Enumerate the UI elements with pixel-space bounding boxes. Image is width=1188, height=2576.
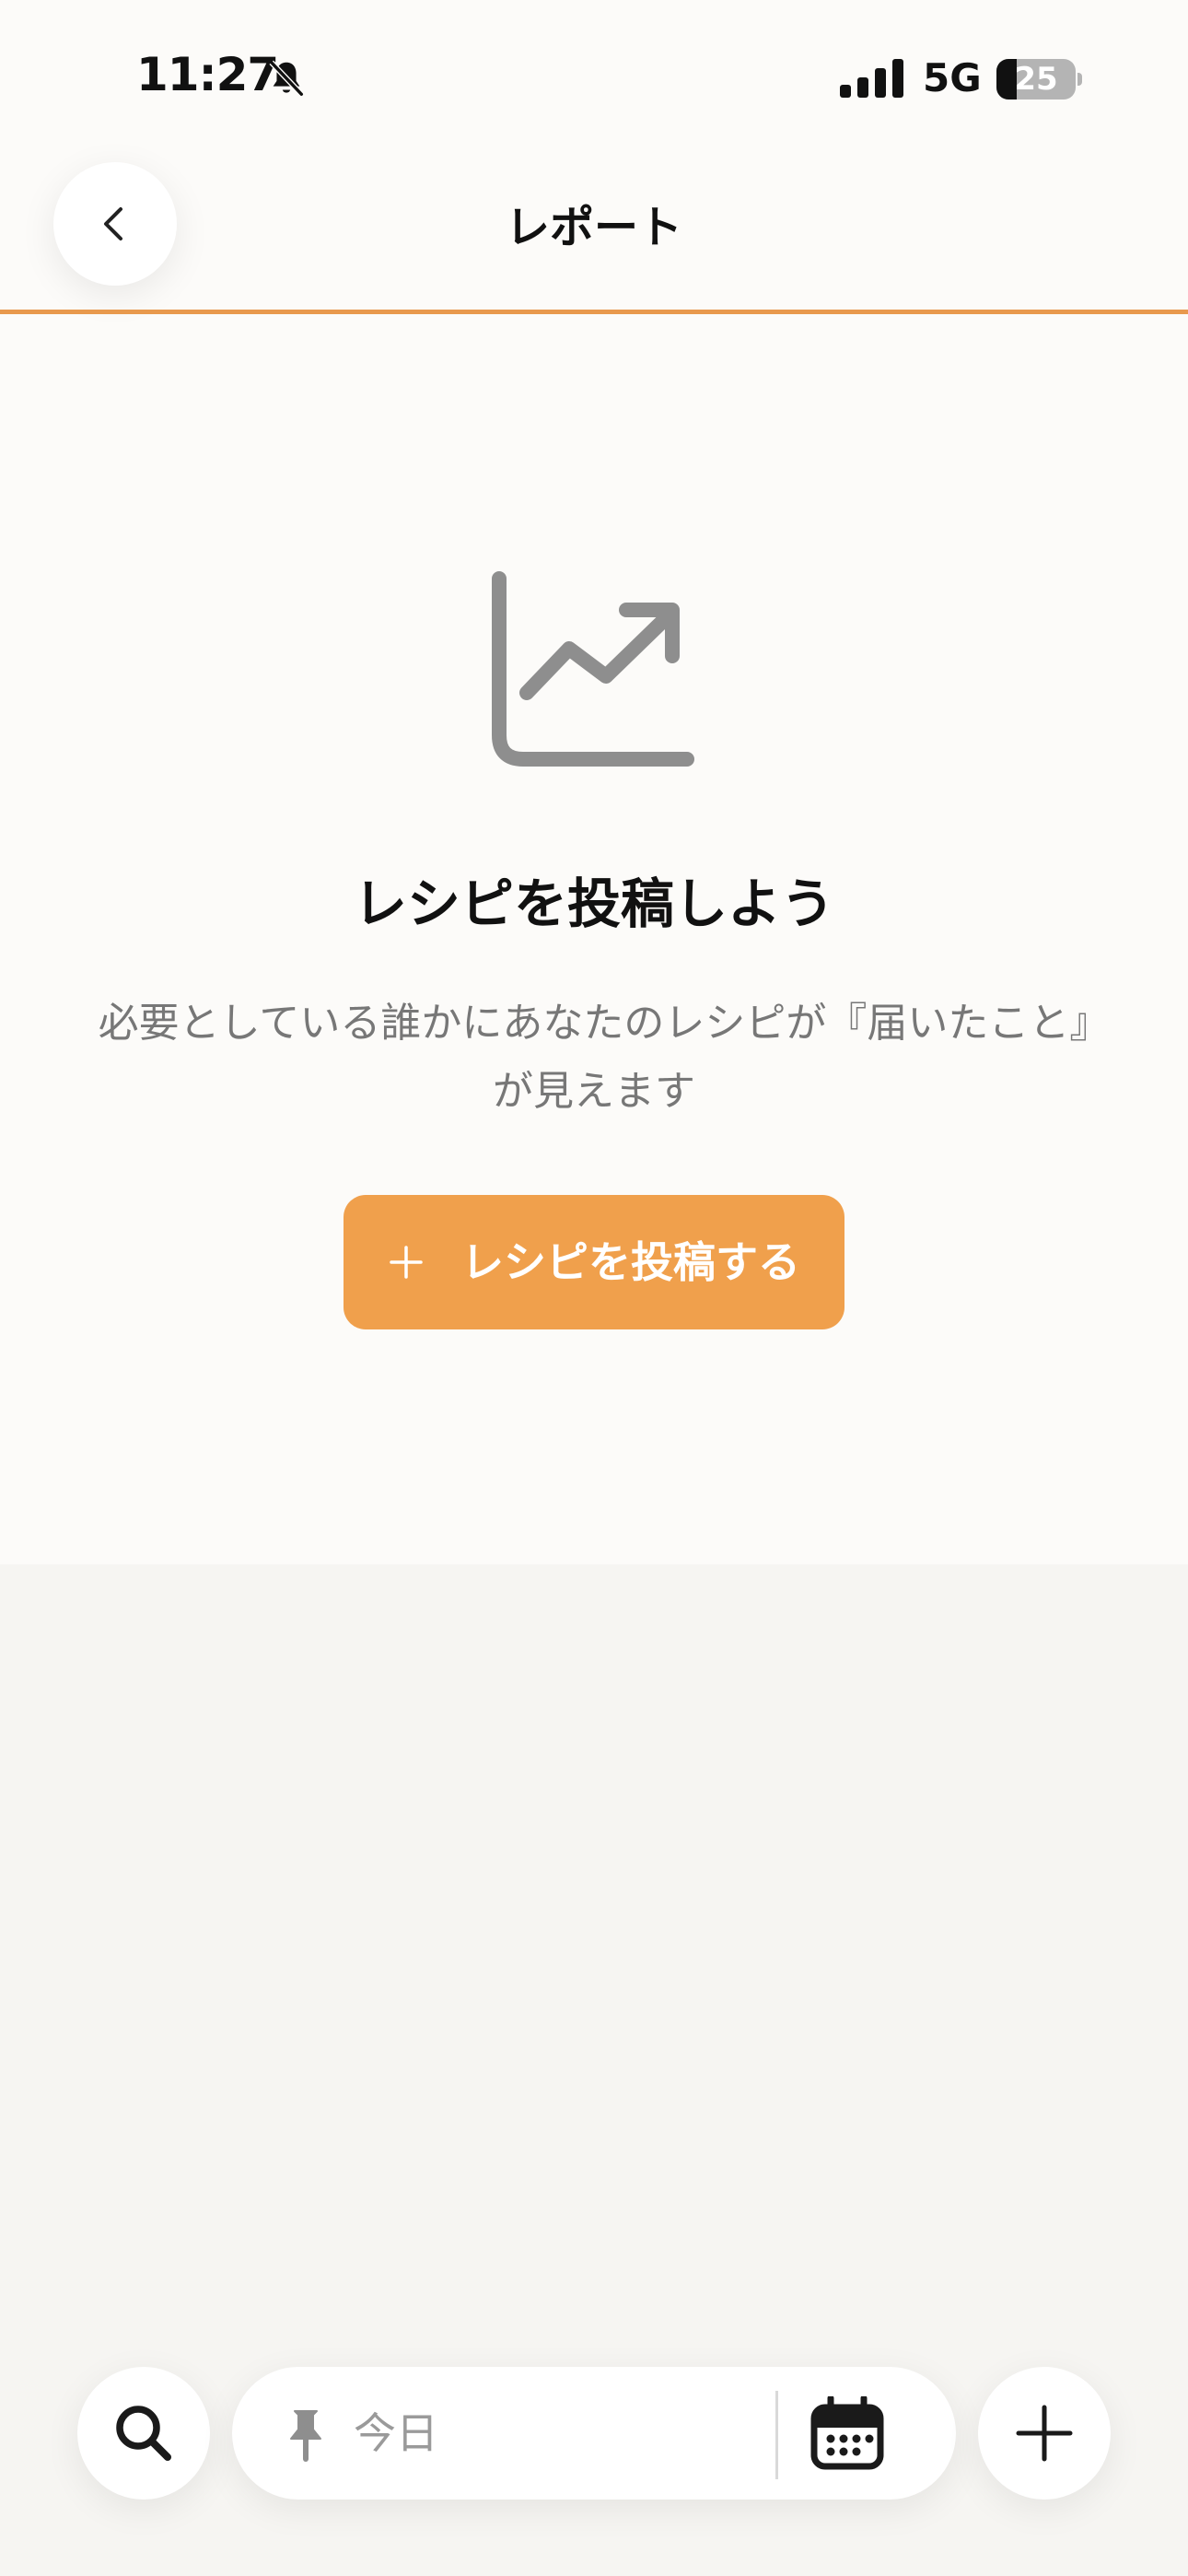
post-recipe-button[interactable]: レシピを投稿する — [344, 1195, 844, 1329]
status-bar: 11:27 5G 25 — [0, 0, 1188, 138]
pin-icon — [290, 2410, 321, 2462]
report-screen: 11:27 5G 25 レポート レシピを投稿しよう 必要としている誰かにあなた… — [0, 0, 1188, 2576]
empty-state-description: 必要としている誰かにあなたのレシピが『届いたこと』が見えます — [98, 1000, 1090, 1115]
calendar-icon — [810, 2395, 884, 2470]
add-button[interactable] — [978, 2367, 1111, 2500]
empty-state-title: レシピを投稿しよう — [353, 872, 834, 935]
signal-icon — [840, 59, 903, 98]
search-icon — [116, 2406, 171, 2461]
status-time: 11:27 — [136, 48, 279, 101]
calendar-button[interactable] — [809, 2395, 886, 2470]
pill-divider — [775, 2391, 778, 2479]
page-title: レポート — [505, 202, 682, 253]
date-field[interactable]: 今日 — [354, 2367, 869, 2500]
trending-chart-icon — [492, 571, 694, 767]
plus-icon — [1016, 2405, 1073, 2462]
plus-icon — [390, 1246, 423, 1279]
date-selector: 今日 — [232, 2367, 956, 2500]
search-button[interactable] — [77, 2367, 210, 2500]
battery-icon: 25 — [996, 59, 1082, 100]
network-type: 5G — [923, 55, 982, 100]
bell-off-icon — [269, 60, 304, 97]
header-divider — [0, 310, 1188, 314]
post-recipe-label: レシピを投稿する — [461, 1237, 800, 1287]
battery-level: 25 — [1014, 61, 1058, 98]
